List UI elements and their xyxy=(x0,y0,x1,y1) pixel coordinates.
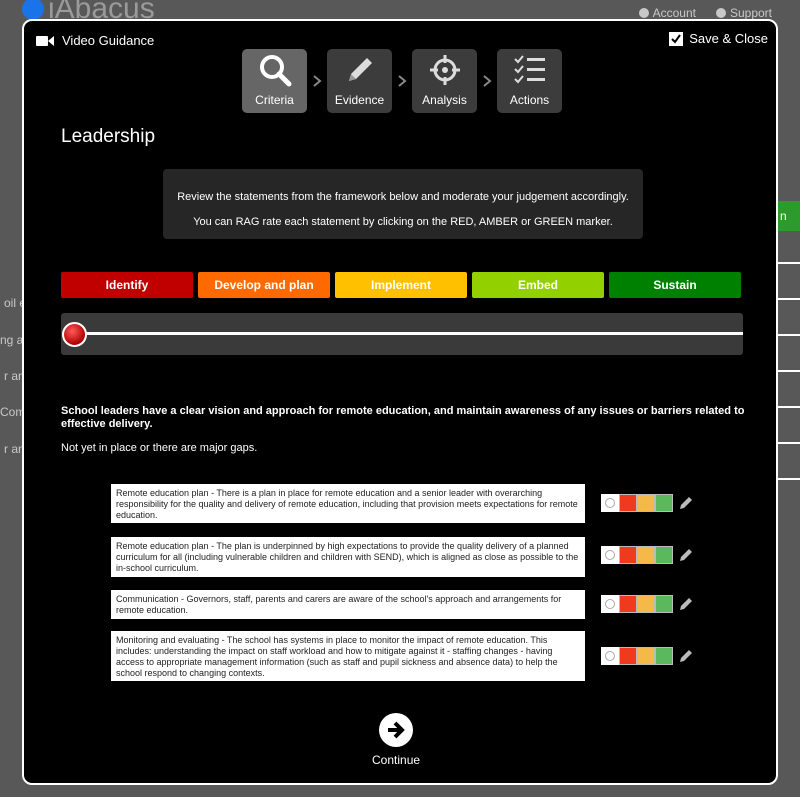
background-nav: Account Support xyxy=(638,6,772,20)
criteria-item: Remote education plan - The plan is unde… xyxy=(111,537,585,577)
step-actions[interactable]: Actions xyxy=(497,49,562,113)
rag-green-marker[interactable] xyxy=(655,546,673,564)
instructions-box: Review the statements from the framework… xyxy=(163,169,643,239)
support-icon xyxy=(715,8,726,18)
background-tab: n xyxy=(778,201,800,231)
save-close-button[interactable]: Save & Close xyxy=(669,31,768,46)
rag-unset-radio[interactable] xyxy=(601,546,619,564)
rag-amber-marker[interactable] xyxy=(637,546,655,564)
edit-pencil-icon[interactable] xyxy=(679,597,693,611)
arrow-right-icon xyxy=(379,713,414,747)
background-divider xyxy=(778,262,800,264)
stage-develop-and-plan[interactable]: Develop and plan xyxy=(198,272,330,298)
background-divider xyxy=(778,478,800,480)
stage-implement[interactable]: Implement xyxy=(335,272,467,298)
rag-amber-marker[interactable] xyxy=(637,494,655,512)
background-divider xyxy=(778,370,800,372)
chevron-right-icon xyxy=(307,74,327,88)
slider-line xyxy=(69,332,743,335)
rag-red-marker[interactable] xyxy=(619,494,637,512)
rag-red-marker[interactable] xyxy=(619,647,637,665)
edit-pencil-icon[interactable] xyxy=(679,548,693,562)
support-link: Support xyxy=(715,6,772,20)
pencil-icon xyxy=(348,58,372,81)
stage-labels: Identify Develop and plan Implement Embe… xyxy=(61,272,741,298)
rag-red-marker[interactable] xyxy=(619,595,637,613)
video-guidance-button[interactable]: Video Guidance xyxy=(36,33,154,48)
background-divider xyxy=(778,298,800,300)
instructions-line: You can RAG rate each statement by click… xyxy=(193,216,613,228)
edit-pencil-icon[interactable] xyxy=(679,649,693,663)
rag-amber-marker[interactable] xyxy=(637,647,655,665)
rag-green-marker[interactable] xyxy=(655,494,673,512)
background-divider xyxy=(778,334,800,336)
checkmark-icon xyxy=(669,31,684,46)
step-label: Analysis xyxy=(422,93,467,107)
video-guidance-label: Video Guidance xyxy=(62,33,155,48)
rag-selector xyxy=(601,647,693,665)
edit-pencil-icon[interactable] xyxy=(679,496,693,510)
stage-slider[interactable] xyxy=(61,313,743,355)
step-navigation: Criteria Evidence Analysis Actions xyxy=(242,49,562,113)
page-title: Leadership xyxy=(61,126,156,147)
rag-unset-radio[interactable] xyxy=(601,494,619,512)
rag-amber-marker[interactable] xyxy=(637,595,655,613)
checklist-icon xyxy=(513,55,545,84)
step-label: Criteria xyxy=(255,93,294,107)
continue-button[interactable]: Continue xyxy=(372,713,420,767)
background-divider xyxy=(778,442,800,444)
rag-unset-radio[interactable] xyxy=(601,647,619,665)
rag-unset-radio[interactable] xyxy=(601,595,619,613)
criteria-modal: Video Guidance Save & Close Criteria Evi… xyxy=(22,19,778,785)
account-icon xyxy=(638,8,649,18)
background-divider xyxy=(778,406,800,408)
step-evidence[interactable]: Evidence xyxy=(327,49,392,113)
slider-handle[interactable] xyxy=(62,322,87,347)
rag-selector xyxy=(601,546,693,564)
instructions-line: Review the statements from the framework… xyxy=(177,191,629,203)
rag-green-marker[interactable] xyxy=(655,595,673,613)
step-label: Actions xyxy=(509,93,550,107)
stage-identify[interactable]: Identify xyxy=(61,272,193,298)
save-close-label: Save & Close xyxy=(689,31,768,46)
background-text: ng a xyxy=(0,333,24,347)
rag-selector xyxy=(601,494,693,512)
rag-green-marker[interactable] xyxy=(655,647,673,665)
step-label: Evidence xyxy=(334,93,385,107)
crosshair-icon xyxy=(429,55,460,85)
chevron-right-icon xyxy=(477,74,497,88)
step-analysis[interactable]: Analysis xyxy=(412,49,477,113)
criteria-item: Remote education plan - There is a plan … xyxy=(111,484,585,523)
rag-red-marker[interactable] xyxy=(619,546,637,564)
chevron-right-icon xyxy=(392,74,412,88)
stage-description: Not yet in place or there are major gaps… xyxy=(61,442,258,454)
stage-sustain[interactable]: Sustain xyxy=(609,272,741,298)
criteria-statement: School leaders have a clear vision and a… xyxy=(61,405,745,430)
criteria-item: Communication - Governors, staff, parent… xyxy=(111,590,585,619)
continue-label: Continue xyxy=(372,753,421,767)
step-criteria[interactable]: Criteria xyxy=(242,49,307,113)
video-camera-icon xyxy=(36,35,54,46)
rag-selector xyxy=(601,595,693,613)
stage-embed[interactable]: Embed xyxy=(472,272,604,298)
search-icon xyxy=(259,55,291,87)
account-link: Account xyxy=(638,6,696,20)
criteria-item: Monitoring and evaluating - The school h… xyxy=(111,631,585,681)
